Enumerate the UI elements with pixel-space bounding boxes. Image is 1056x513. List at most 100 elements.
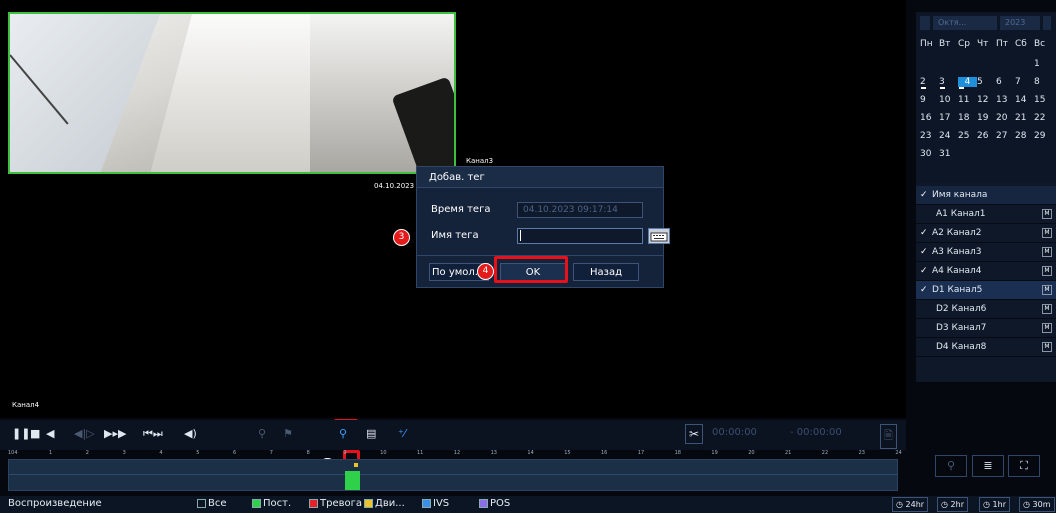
- stop-icon[interactable]: ■: [30, 427, 40, 440]
- fast-forward-icon[interactable]: ⏮⏭: [143, 427, 163, 441]
- audio-icon[interactable]: ◀): [184, 427, 197, 440]
- channel-item[interactable]: ✓ A3 Канал3 M: [916, 243, 1056, 262]
- back-button[interactable]: Назад: [573, 263, 639, 281]
- channel-item[interactable]: D4 Канал8 M: [916, 338, 1056, 357]
- legend-alarm[interactable]: Тревога: [309, 498, 362, 509]
- calendar-day[interactable]: 11: [958, 95, 977, 105]
- channel-item[interactable]: D2 Канал6 M: [916, 300, 1056, 319]
- text-cursor: [520, 230, 521, 241]
- pause-icon[interactable]: ❚❚: [12, 427, 30, 440]
- calendar-day[interactable]: 31: [939, 149, 958, 159]
- keyboard-icon[interactable]: [648, 228, 670, 244]
- tag-name-label: Имя тега: [431, 230, 479, 241]
- zoom-2hr[interactable]: ◷ 2hr: [937, 497, 968, 512]
- channel-label: A1 Канал1: [936, 209, 986, 219]
- fullscreen-icon[interactable]: ⛶: [1008, 455, 1040, 477]
- motion-search-icon[interactable]: ⚑: [283, 427, 293, 440]
- channel-checkbox[interactable]: ✓: [920, 228, 932, 238]
- legend-motion[interactable]: Дви...: [364, 498, 405, 509]
- channel-item[interactable]: D3 Канал7 M: [916, 319, 1056, 338]
- zoom-30m-label: 30m: [1032, 500, 1051, 509]
- slow-play-icon[interactable]: ▶▸▶: [104, 427, 126, 440]
- calendar-day[interactable]: 26: [977, 131, 996, 141]
- calendar-day[interactable]: 1: [1034, 59, 1053, 69]
- calendar-day[interactable]: 19: [977, 113, 996, 123]
- legend-all-label: Все: [208, 498, 227, 509]
- channel-checkbox[interactable]: ✓: [920, 266, 932, 276]
- calendar-day[interactable]: 5: [977, 77, 996, 87]
- calendar-day[interactable]: 17: [939, 113, 958, 123]
- month-select[interactable]: Октя...: [933, 16, 997, 30]
- calendar-day[interactable]: 9: [920, 95, 939, 105]
- calendar-day[interactable]: 7: [1015, 77, 1034, 87]
- legend-all[interactable]: Все: [197, 498, 227, 509]
- channel-item[interactable]: A1 Канал1 M: [916, 205, 1056, 224]
- next-month-button[interactable]: [1043, 16, 1051, 30]
- timeline-tick: 22: [821, 450, 829, 456]
- dialog-title: Добав. тег: [417, 167, 663, 188]
- timeline-tick: 1: [49, 450, 53, 456]
- step-back-icon[interactable]: ◀|▷: [74, 427, 95, 440]
- timeline-track[interactable]: [8, 459, 898, 491]
- calendar-day[interactable]: 16: [920, 113, 939, 123]
- zoom-24hr[interactable]: ◷ 24hr: [892, 497, 929, 512]
- continuous-record-segment[interactable]: [345, 471, 360, 490]
- list-view-icon[interactable]: ≣: [972, 455, 1004, 477]
- split-icon[interactable]: ⁺⁄: [398, 427, 406, 440]
- timeline[interactable]: 104 1 2 3 4 5 6 7 8 9 10 11 12 13 14 15 16 17 18 19 20 21 22 23…: [8, 450, 902, 492]
- calendar-day[interactable]: 13: [996, 95, 1015, 105]
- channel-checkbox[interactable]: ✓: [920, 285, 932, 295]
- calendar-day[interactable]: 22: [1034, 113, 1053, 123]
- channel-checkbox[interactable]: ✓: [920, 247, 932, 257]
- channel-item[interactable]: ✓ A4 Канал4 M: [916, 262, 1056, 281]
- add-tag-icon[interactable]: ⚲: [339, 427, 347, 440]
- calendar-day[interactable]: 20: [996, 113, 1015, 123]
- calendar-day[interactable]: 21: [1015, 113, 1034, 123]
- calendar-day[interactable]: 14: [1015, 95, 1034, 105]
- channel-item[interactable]: ✓ A2 Канал2 M: [916, 224, 1056, 243]
- timeline-tick: 17: [637, 450, 645, 456]
- zoom-30m[interactable]: ◷ 30m: [1019, 497, 1055, 512]
- timeline-start-label: 104: [8, 450, 18, 456]
- calendar-day[interactable]: 28: [1015, 131, 1034, 141]
- prev-month-button[interactable]: [920, 16, 930, 30]
- calendar-day[interactable]: 8: [1034, 77, 1053, 87]
- calendar-day[interactable]: 23: [920, 131, 939, 141]
- camera-feed-1[interactable]: [8, 12, 456, 174]
- channel-header[interactable]: ✓ Имя канала: [916, 186, 1056, 205]
- calendar-day[interactable]: 27: [996, 131, 1015, 141]
- smart-search-icon[interactable]: ⚲: [258, 427, 266, 440]
- tag-filter-icon[interactable]: ⚲: [935, 455, 967, 477]
- legend-ivs[interactable]: IVS: [422, 498, 449, 509]
- save-clip-icon[interactable]: 🗎: [880, 424, 897, 449]
- channel-item[interactable]: ✓ D1 Канал5 M: [916, 281, 1056, 300]
- calendar-day[interactable]: 24: [939, 131, 958, 141]
- calendar-day[interactable]: 25: [958, 131, 977, 141]
- legend-ivs-label: IVS: [433, 498, 450, 509]
- play-backward-icon[interactable]: ◀: [46, 427, 54, 440]
- timeline-tick: 10: [380, 450, 387, 456]
- calendar-day[interactable]: 12: [977, 95, 996, 105]
- channel-badge: M: [1042, 228, 1052, 238]
- calendar-day[interactable]: 4: [958, 77, 977, 89]
- legend-continuous[interactable]: Пост.: [252, 498, 291, 509]
- channel-label: D3 Канал7: [936, 323, 987, 333]
- tag-name-input[interactable]: [517, 228, 643, 244]
- clip-icon[interactable]: ✂: [685, 424, 704, 444]
- calendar-day[interactable]: 18: [958, 113, 977, 123]
- tag-mark[interactable]: [354, 463, 358, 467]
- tag-list-icon[interactable]: ▤: [366, 427, 376, 440]
- zoom-1hr[interactable]: ◷ 1hr: [979, 497, 1010, 512]
- timeline-tick: 13: [490, 450, 497, 456]
- calendar-day[interactable]: 6: [996, 77, 1015, 87]
- calendar-day[interactable]: 30: [920, 149, 939, 159]
- year-select[interactable]: 2023: [1000, 16, 1040, 30]
- calendar-day[interactable]: 2: [920, 77, 939, 89]
- calendar-day[interactable]: 15: [1034, 95, 1053, 105]
- calendar-day[interactable]: 10: [939, 95, 958, 105]
- calendar-day[interactable]: 29: [1034, 131, 1053, 141]
- calendar-week: 23 24 25 26 27 28 29: [916, 127, 1056, 145]
- timeline-tick: 12: [453, 450, 461, 456]
- legend-pos[interactable]: POS: [479, 498, 510, 509]
- calendar-day[interactable]: 3: [939, 77, 958, 89]
